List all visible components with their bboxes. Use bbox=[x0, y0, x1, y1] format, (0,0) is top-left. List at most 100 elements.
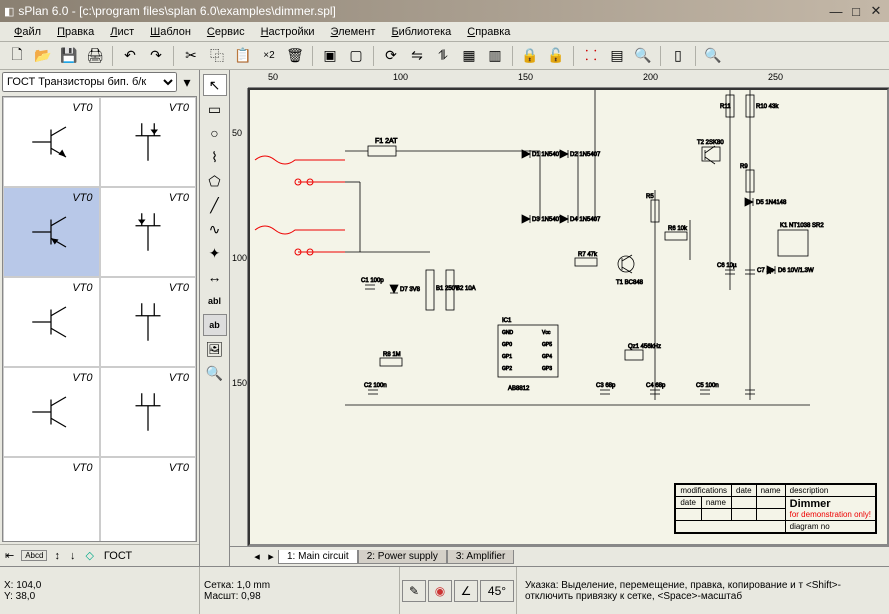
svg-text:GP2: GP2 bbox=[502, 366, 512, 372]
fliph-icon[interactable]: ⇋ bbox=[405, 44, 429, 68]
library-cell[interactable]: VT0 bbox=[100, 457, 197, 542]
library-footer: ⇤ Abcd ↕ ↓ ◇ ГОСТ bbox=[0, 544, 199, 566]
library-cell[interactable]: VT0 bbox=[100, 367, 197, 457]
group-icon[interactable]: ▦ bbox=[457, 44, 481, 68]
line-tool-icon[interactable]: ╱ bbox=[203, 194, 227, 216]
pen-icon[interactable]: ✎ bbox=[402, 580, 426, 602]
polygon-tool-icon[interactable]: ⬠ bbox=[203, 170, 227, 192]
menu-help[interactable]: Справка bbox=[459, 24, 518, 40]
lib-nav-up-icon[interactable]: ↕ bbox=[51, 550, 63, 562]
tab-amplifier[interactable]: 3: Amplifier bbox=[447, 550, 514, 564]
front-icon[interactable]: ▣ bbox=[318, 44, 342, 68]
menu-edit[interactable]: Правка bbox=[49, 24, 102, 40]
menu-settings[interactable]: Настройки bbox=[253, 24, 323, 40]
cut-icon[interactable]: ✂ bbox=[179, 44, 203, 68]
status-coords: X: 104,0 Y: 38,0 bbox=[0, 567, 200, 614]
dimension-tool-icon[interactable]: ↔ bbox=[203, 266, 227, 288]
ungroup-icon[interactable]: ▥ bbox=[483, 44, 507, 68]
menu-element[interactable]: Элемент bbox=[323, 24, 384, 40]
zoom-tool-icon[interactable]: 🔍 bbox=[203, 362, 227, 384]
library-cell[interactable]: VT0 bbox=[100, 187, 197, 277]
svg-text:GP5: GP5 bbox=[542, 342, 552, 348]
ruler-horizontal: 50 100 150 200 250 bbox=[248, 70, 889, 88]
svg-text:T1 BC848: T1 BC848 bbox=[616, 280, 644, 286]
menu-sheet[interactable]: Лист bbox=[102, 24, 142, 40]
library-panel: ГОСТ Транзисторы бип. б/к ▾ VT0 VT0 VT0 … bbox=[0, 70, 200, 566]
library-cell[interactable]: VT0 bbox=[3, 97, 100, 187]
fill-icon[interactable]: ◉ bbox=[428, 580, 452, 602]
svg-text:K1 NT1038 SR2: K1 NT1038 SR2 bbox=[780, 223, 824, 229]
angle-icon[interactable]: ∠ bbox=[454, 580, 478, 602]
undo-icon[interactable]: ↶ bbox=[118, 44, 142, 68]
titlebar: ◧ sPlan 6.0 - [c:\program files\splan 6.… bbox=[0, 0, 889, 22]
flipv-icon[interactable]: ⥮ bbox=[431, 44, 455, 68]
circle-tool-icon[interactable]: ○ bbox=[203, 122, 227, 144]
list-icon[interactable]: ▤ bbox=[605, 44, 629, 68]
maximize-button[interactable]: □ bbox=[847, 3, 865, 19]
lib-abc-icon[interactable]: Abcd bbox=[21, 550, 47, 561]
duplicate-icon[interactable]: ×2 bbox=[257, 44, 281, 68]
save-icon[interactable]: 💾 bbox=[57, 44, 81, 68]
new-icon[interactable]: 🗋 bbox=[5, 44, 29, 68]
menu-template[interactable]: Шаблон bbox=[142, 24, 199, 40]
tab-main-circuit[interactable]: 1: Main circuit bbox=[278, 550, 358, 564]
svg-text:R10 43k: R10 43k bbox=[756, 104, 779, 110]
tab-power-supply[interactable]: 2: Power supply bbox=[358, 550, 447, 564]
image-tool-icon[interactable]: 🖼 bbox=[203, 338, 227, 360]
lock-icon[interactable]: 🔒 bbox=[518, 44, 542, 68]
minimize-button[interactable]: — bbox=[827, 3, 845, 19]
library-dropdown-icon[interactable]: ▾ bbox=[178, 72, 196, 92]
status-tools: ✎ ◉ ∠ 45° bbox=[400, 567, 517, 614]
svg-text:D6 10V/1.3W: D6 10V/1.3W bbox=[778, 268, 814, 274]
menu-library[interactable]: Библиотека bbox=[383, 24, 459, 40]
back-icon[interactable]: ▢ bbox=[344, 44, 368, 68]
window-title: sPlan 6.0 - [c:\program files\splan 6.0\… bbox=[14, 4, 825, 18]
search-icon[interactable]: 🔍 bbox=[631, 44, 655, 68]
menu-file[interactable]: Файл bbox=[6, 24, 49, 40]
library-cell[interactable]: VT0 bbox=[3, 277, 100, 367]
library-cell[interactable]: VT0 bbox=[100, 97, 197, 187]
svg-text:D7 3V8: D7 3V8 bbox=[400, 287, 421, 293]
svg-text:Vcc: Vcc bbox=[542, 330, 551, 336]
library-cell[interactable]: VT0 bbox=[3, 457, 100, 542]
textlabel-tool-icon[interactable]: ab bbox=[203, 314, 227, 336]
sheet-icon[interactable]: ▯ bbox=[666, 44, 690, 68]
library-cell[interactable]: VT0 bbox=[100, 277, 197, 367]
menu-service[interactable]: Сервис bbox=[199, 24, 253, 40]
tool-tray: ↖ ▭ ○ ⌇ ⬠ ╱ ∿ ✦ ↔ abl ab 🖼 🔍 bbox=[200, 70, 230, 566]
library-grid: VT0 VT0 VT0 VT0 VT0 VT0 VT0 VT0 VT0 VT0 bbox=[2, 96, 197, 542]
open-icon[interactable]: 📂 bbox=[31, 44, 55, 68]
lib-nav-down-icon[interactable]: ↓ bbox=[67, 550, 79, 562]
title-block: modificationsdatenamedescription datenam… bbox=[674, 483, 877, 534]
node-tool-icon[interactable]: ✦ bbox=[203, 242, 227, 264]
pointer-tool-icon[interactable]: ↖ bbox=[203, 74, 227, 96]
tab-prev-icon[interactable]: ◂ bbox=[250, 550, 264, 563]
print-icon[interactable]: 🖨 bbox=[83, 44, 107, 68]
library-cell[interactable]: VT0 bbox=[3, 367, 100, 457]
unlock-icon[interactable]: 🔓 bbox=[544, 44, 568, 68]
lib-nav-left-icon[interactable]: ⇤ bbox=[2, 549, 17, 562]
angle-value[interactable]: 45° bbox=[480, 580, 514, 602]
copy-icon[interactable]: ⿻ bbox=[205, 44, 229, 68]
svg-text:R9: R9 bbox=[740, 164, 748, 170]
svg-text:T2 2SK80: T2 2SK80 bbox=[697, 140, 724, 146]
paste-icon[interactable]: 📋 bbox=[231, 44, 255, 68]
redo-icon[interactable]: ↷ bbox=[144, 44, 168, 68]
rect-tool-icon[interactable]: ▭ bbox=[203, 98, 227, 120]
rotate-icon[interactable]: ⟳ bbox=[379, 44, 403, 68]
svg-text:GP4: GP4 bbox=[542, 354, 552, 360]
close-button[interactable]: ✕ bbox=[867, 3, 885, 19]
schematic-canvas[interactable]: F1 2AT D1 1N5407 D2 1N5407 D3 1N540 bbox=[248, 88, 889, 546]
delete-icon[interactable]: 🗑 bbox=[283, 44, 307, 68]
tab-next-icon[interactable]: ▸ bbox=[264, 550, 278, 563]
zigzag-tool-icon[interactable]: ⌇ bbox=[203, 146, 227, 168]
snap-icon[interactable]: ⸬ bbox=[579, 44, 603, 68]
lib-book-icon[interactable]: ◇ bbox=[82, 549, 96, 562]
library-cell[interactable]: VT0 bbox=[3, 187, 100, 277]
text-tool-icon[interactable]: abl bbox=[203, 290, 227, 312]
bezier-tool-icon[interactable]: ∿ bbox=[203, 218, 227, 240]
library-select[interactable]: ГОСТ Транзисторы бип. б/к bbox=[2, 72, 177, 92]
ruler-vertical: 50 100 150 bbox=[230, 88, 248, 546]
zoom-icon[interactable]: 🔍 bbox=[701, 44, 725, 68]
schematic-drawing: F1 2AT D1 1N5407 D2 1N5407 D3 1N540 bbox=[250, 90, 889, 540]
